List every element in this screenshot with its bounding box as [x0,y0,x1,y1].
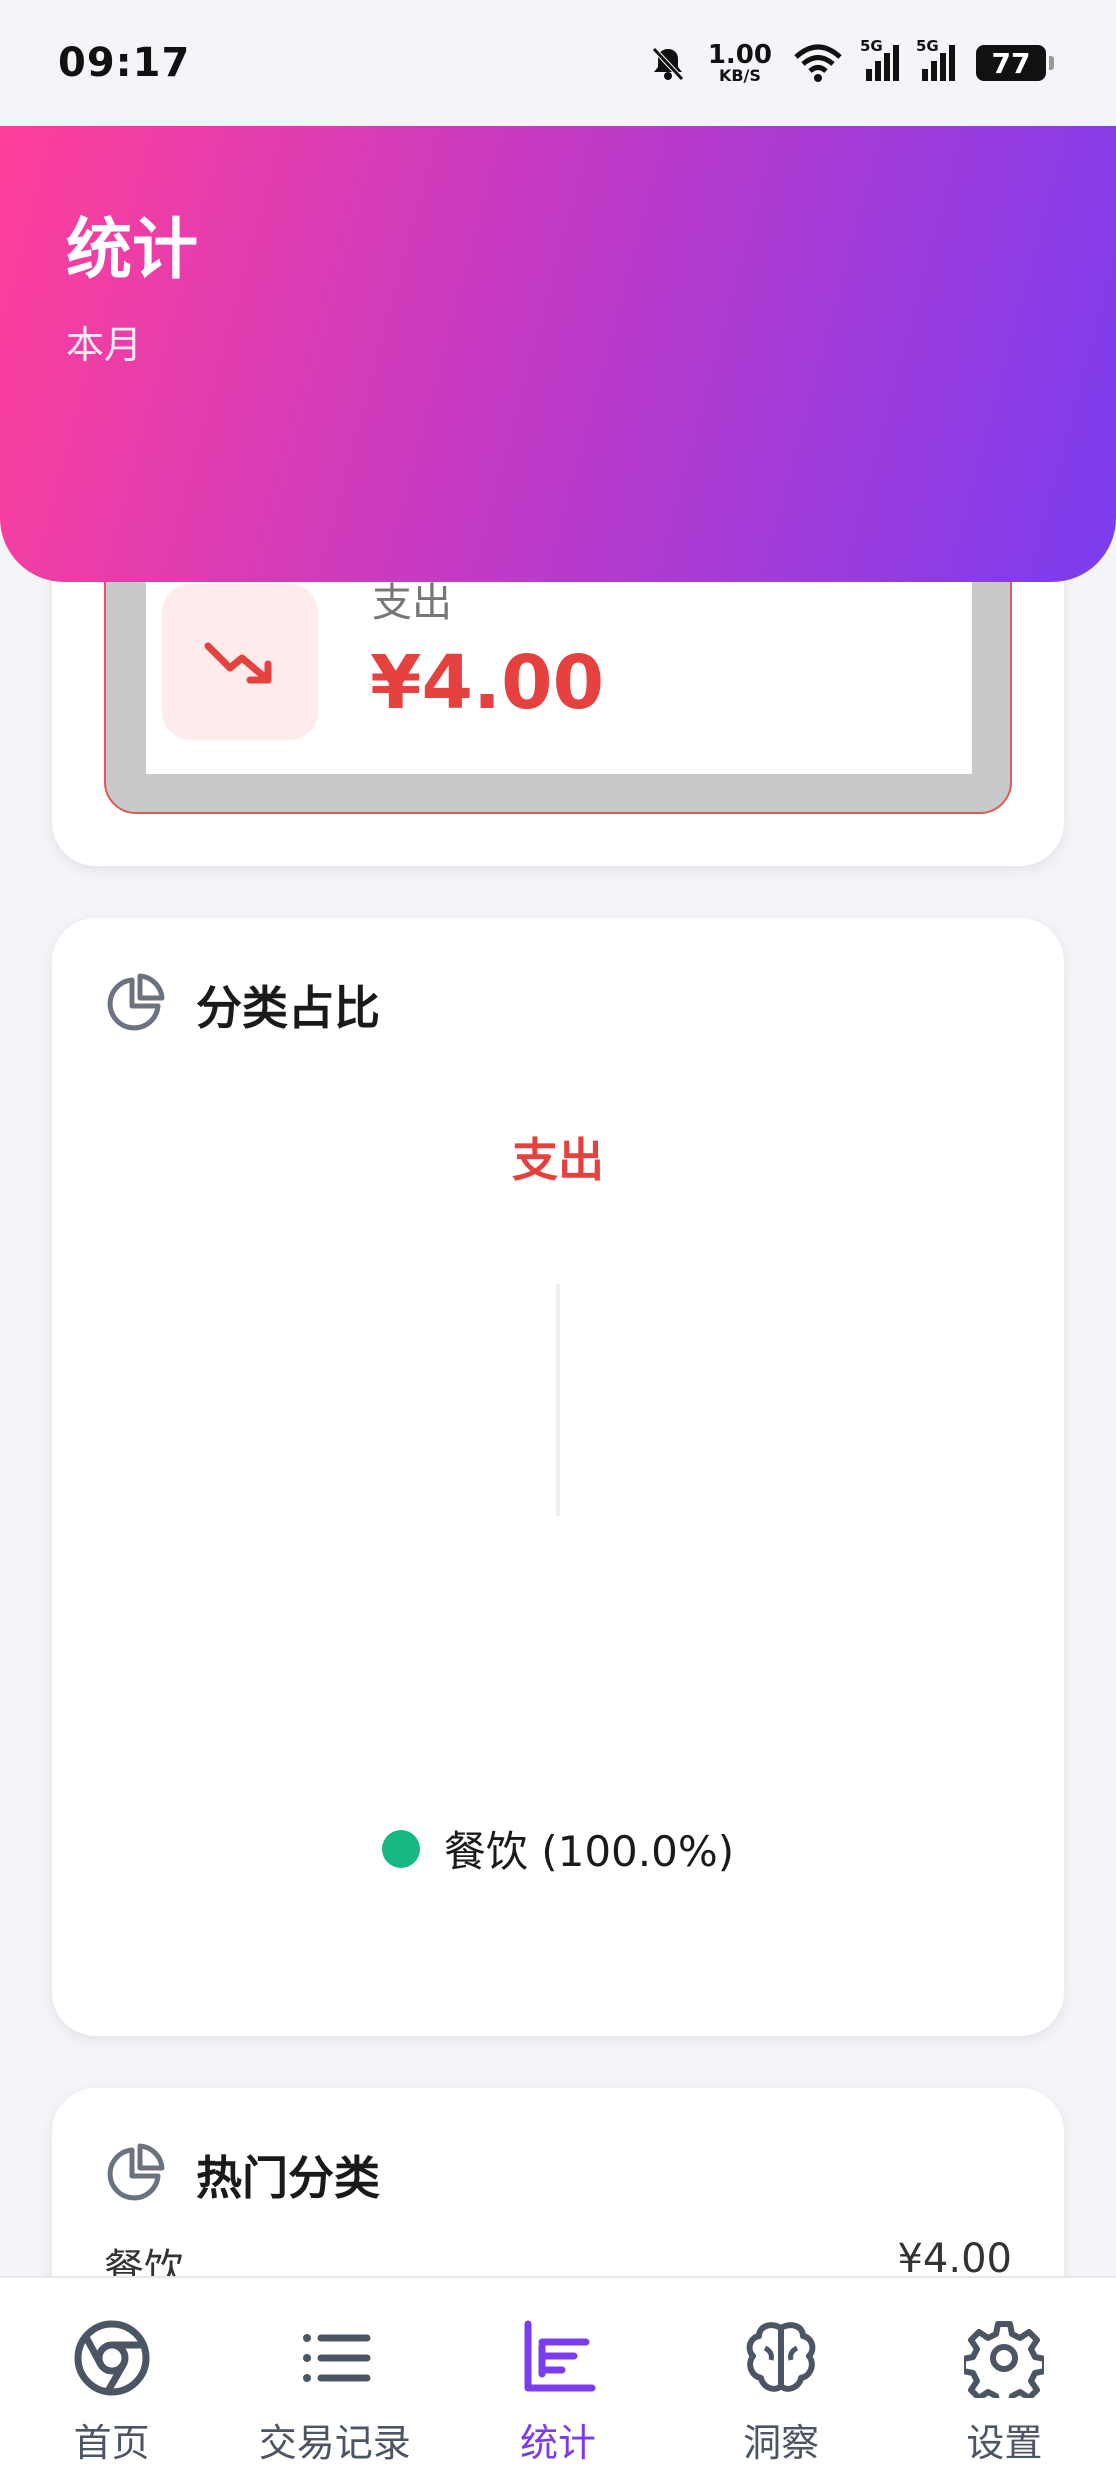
page-header: 统计 本月 [0,126,1116,582]
net-speed: 1.00 KB/S [707,40,772,85]
pie-center-label: 支出 [512,1133,604,1187]
page-title: 统计 [66,211,198,288]
top-categories-title: 热门分类 [196,2151,380,2205]
signal-icon-2: 5G [916,37,956,83]
bottom-nav: 首页 交易记录 统计 洞察 设置 [0,2276,1116,2484]
bar-chart-icon [518,2318,598,2402]
nav-label-insights: 洞察 [743,2421,820,2465]
battery-indicator: 77 [976,45,1054,81]
nav-label-settings: 设置 [966,2421,1043,2465]
expense-summary[interactable]: 支出 ¥4.00 [104,562,1012,814]
expense-summary-inner: 支出 ¥4.00 [146,564,972,774]
pie-legend: 餐饮 (100.0%) [52,1818,1064,1879]
signal-icon-1: 5G [860,37,900,83]
nav-item-stats[interactable]: 统计 [458,2318,658,2484]
status-time: 09:17 [58,40,191,86]
trending-down-icon [162,584,318,740]
brain-icon [741,2318,821,2402]
pie-chart-icon [104,2142,166,2208]
wifi-icon [792,43,844,83]
gear-icon [960,2318,1049,2409]
legend-dot [381,1829,420,1868]
category-share-title: 分类占比 [196,981,380,1035]
nav-item-home[interactable]: 首页 [12,2318,212,2484]
pie-chart-slice [556,1284,560,1516]
category-share-card: 分类占比 支出 餐饮 (100.0%) [52,918,1064,2036]
expense-amount: ¥4.00 [370,640,605,726]
status-bar: 09:17 1.00 KB/S 5G 5G 77 [0,0,1116,126]
nav-item-insights[interactable]: 洞察 [681,2318,881,2484]
nav-item-settings[interactable]: 设置 [904,2318,1104,2484]
nav-label-stats: 统计 [519,2421,596,2465]
period-label[interactable]: 本月 [66,314,1050,369]
nav-item-transactions[interactable]: 交易记录 [235,2318,435,2484]
bell-muted-icon [648,43,688,83]
status-icons: 1.00 KB/S 5G 5G 77 [648,37,1054,85]
nav-label-home: 首页 [73,2421,150,2465]
category-share-header: 分类占比 [104,972,380,1038]
nav-label-transactions: 交易记录 [258,2421,411,2465]
pie-chart-icon [104,972,166,1038]
top-categories-header: 热门分类 [104,2142,380,2208]
list-icon [295,2318,375,2402]
chrome-home-icon [72,2318,152,2402]
legend-label: 餐饮 (100.0%) [443,1827,735,1876]
